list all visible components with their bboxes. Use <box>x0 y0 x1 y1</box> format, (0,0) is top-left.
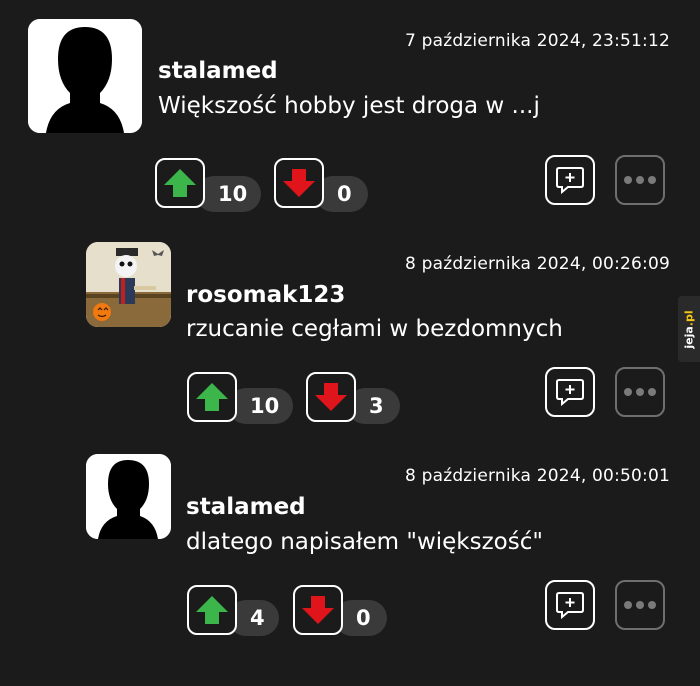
upvote-button[interactable] <box>187 585 237 635</box>
username[interactable]: stalamed <box>186 494 306 520</box>
comment-1: 7 października 2024, 23:51:12 stalamed W… <box>0 19 700 251</box>
reply-bubble-icon <box>556 379 584 407</box>
up-arrow-icon <box>196 596 228 624</box>
silhouette-avatar-icon <box>28 19 142 133</box>
reply-button[interactable] <box>545 580 595 630</box>
reply-bubble-icon <box>556 167 584 195</box>
silhouette-avatar-icon <box>86 454 171 539</box>
skeleton-avatar-icon <box>86 242 171 327</box>
more-options-button[interactable] <box>615 155 665 205</box>
down-arrow-icon <box>315 383 347 411</box>
up-arrow-icon <box>164 169 196 197</box>
watermark-logo: jeja.pl <box>682 309 696 349</box>
more-dots-icon <box>624 388 656 396</box>
comment-text: rzucanie cegłami w bezdomnych <box>186 316 563 342</box>
more-options-button[interactable] <box>615 367 665 417</box>
reply-button[interactable] <box>545 155 595 205</box>
username[interactable]: rosomak123 <box>186 282 345 308</box>
user-avatar[interactable] <box>86 454 171 539</box>
user-avatar[interactable] <box>86 242 171 327</box>
upvote-button[interactable] <box>155 158 205 208</box>
downvote-button[interactable] <box>274 158 324 208</box>
jeja-watermark: jeja.pl <box>678 296 700 362</box>
more-dots-icon <box>624 601 656 609</box>
reply-button[interactable] <box>545 367 595 417</box>
upvote-count: 10 <box>228 388 294 424</box>
down-arrow-icon <box>283 169 315 197</box>
comment-text: dlatego napisałem "większość" <box>186 529 543 555</box>
more-dots-icon <box>624 176 656 184</box>
comment-date: 7 października 2024, 23:51:12 <box>404 31 670 51</box>
upvote-count: 10 <box>196 176 262 212</box>
user-avatar[interactable] <box>28 19 142 133</box>
username[interactable]: stalamed <box>158 58 278 84</box>
down-arrow-icon <box>302 596 334 624</box>
comment-date: 8 października 2024, 00:26:09 <box>404 254 670 274</box>
comment-3: 8 października 2024, 00:50:01 stalamed d… <box>0 454 700 686</box>
reply-bubble-icon <box>556 592 584 620</box>
comment-date: 8 października 2024, 00:50:01 <box>404 466 670 486</box>
comment-2: 8 października 2024, 00:26:09 rosomak123… <box>0 242 700 474</box>
downvote-button[interactable] <box>306 372 356 422</box>
upvote-button[interactable] <box>187 372 237 422</box>
up-arrow-icon <box>196 383 228 411</box>
more-options-button[interactable] <box>615 580 665 630</box>
comment-text: Większość hobby jest droga w ...j <box>158 93 540 119</box>
downvote-button[interactable] <box>293 585 343 635</box>
